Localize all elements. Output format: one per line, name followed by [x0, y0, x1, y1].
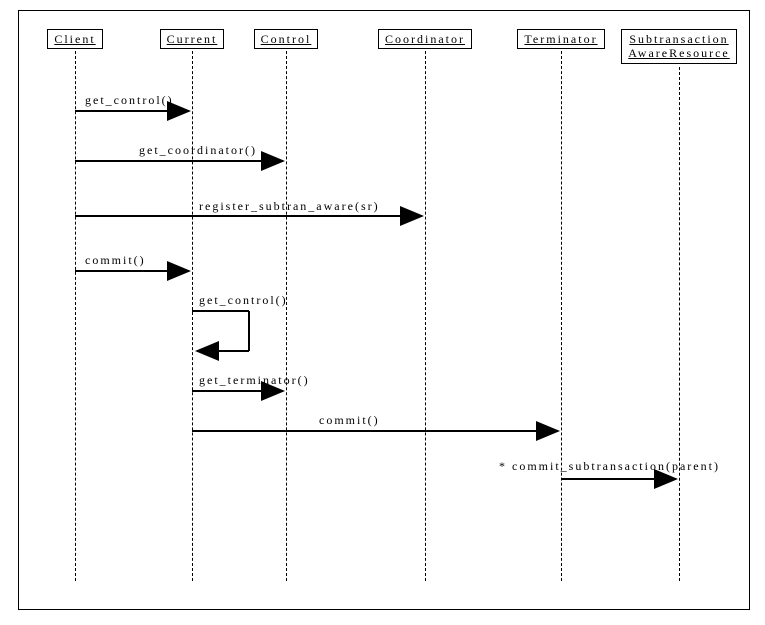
- label-self-get-control: get_control(): [199, 293, 288, 308]
- label-commit-subtransaction: * commit_subtransaction(parent): [499, 459, 720, 474]
- label-commit-terminator: commit(): [319, 413, 380, 428]
- label-commit-client: commit(): [85, 253, 146, 268]
- label-register-subtran-aware: register_subtran_aware(sr): [199, 199, 380, 214]
- label-get-coordinator: get_coordinator(): [139, 143, 257, 158]
- label-get-control: get_control(): [85, 93, 174, 108]
- arrow-self-get-control: [192, 311, 249, 351]
- label-get-terminator: get_terminator(): [199, 373, 310, 388]
